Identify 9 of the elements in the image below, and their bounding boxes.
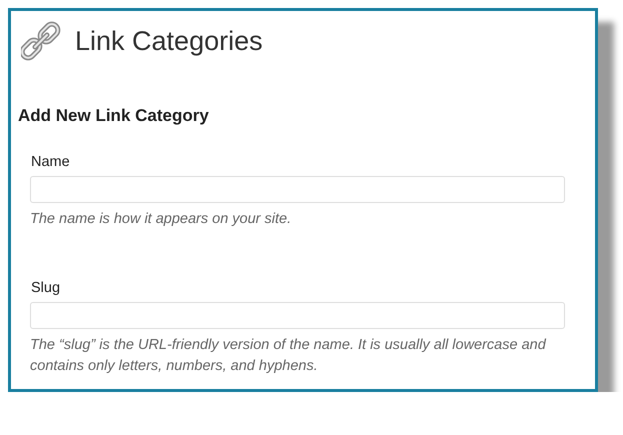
field-label: Name [31,154,71,170]
chain-link-icon [21,21,61,61]
field-label: Slug [31,280,62,296]
field-description: The “slug” is the URL-friendly version of the name. It is usually all lowercase and contains only letters, numbers, and hyphens. [30,336,548,376]
input-field[interactable] [30,176,565,203]
input-field[interactable] [30,302,565,329]
field-description: The name is how it appears on your site. [30,210,292,229]
section-heading: Add New Link Category [18,106,210,126]
page-title: Link Categories [75,26,263,56]
